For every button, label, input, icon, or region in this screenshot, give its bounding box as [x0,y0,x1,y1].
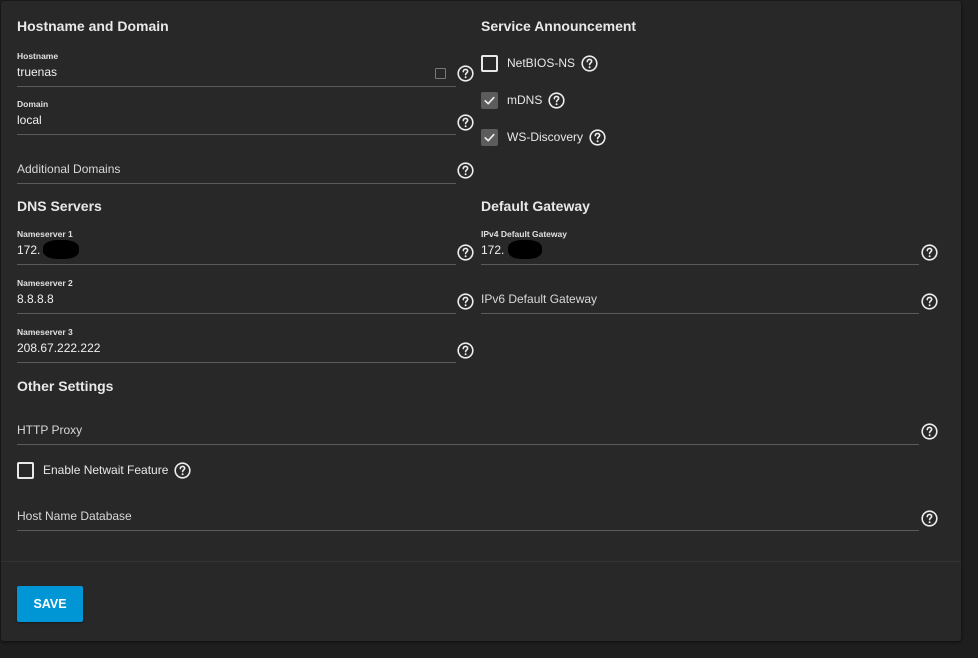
section-title-service-announcement: Service Announcement [481,18,637,34]
additional-domains-underline [17,183,456,184]
domain-field[interactable]: Domain local [17,99,456,135]
host-name-database-help-icon[interactable] [921,510,938,527]
section-title-default-gateway: Default Gateway [481,198,590,214]
ipv6-gateway-field[interactable]: IPv6 Default Gateway [481,278,919,314]
nameserver1-help-icon[interactable] [457,244,474,261]
domain-value: local [17,113,42,127]
nameserver2-label: Nameserver 2 [17,278,73,288]
mdns-checkbox-row[interactable]: mDNS [481,91,565,109]
nameserver1-field[interactable]: Nameserver 1 172. 1 [17,229,456,265]
hostname-help-icon[interactable] [457,65,474,82]
ipv4-gateway-underline [481,264,919,265]
ipv4-gateway-help-icon[interactable] [921,244,938,261]
section-title-other-settings: Other Settings [17,378,114,394]
additional-domains-field[interactable]: Additional Domains [17,148,456,184]
host-name-database-field[interactable]: Host Name Database [17,495,919,531]
host-name-database-underline [17,530,919,531]
netwait-help-icon[interactable] [174,462,191,479]
section-title-hostname-domain: Hostname and Domain [17,18,169,34]
netwait-checkbox-row[interactable]: Enable Netwait Feature [17,461,191,479]
section-title-dns-servers: DNS Servers [17,198,102,214]
mdns-checkbox[interactable] [481,91,498,109]
netwait-label: Enable Netwait Feature [43,463,169,477]
host-name-database-placeholder: Host Name Database [17,509,132,523]
actions-divider [1,561,961,562]
hostname-underline [17,86,456,87]
netbios-checkbox-row[interactable]: NetBIOS-NS [481,54,598,72]
hostname-field[interactable]: Hostname truenas [17,51,456,87]
netbios-label: NetBIOS-NS [507,56,576,70]
ipv4-gateway-field[interactable]: IPv4 Default Gateway 172. 1 [481,229,919,265]
nameserver3-underline [17,362,456,363]
ws-discovery-help-icon[interactable] [589,129,606,146]
netbios-checkbox[interactable] [481,54,498,72]
http-proxy-help-icon[interactable] [921,423,938,440]
nameserver2-value: 8.8.8.8 [17,292,54,306]
nameserver3-field[interactable]: Nameserver 3 208.67.222.222 [17,327,456,363]
domain-help-icon[interactable] [457,114,474,131]
nameserver3-label: Nameserver 3 [17,327,73,337]
network-settings-card: Hostname and Domain Hostname truenas Dom… [1,1,961,641]
nameserver3-help-icon[interactable] [457,342,474,359]
ws-discovery-checkbox-row[interactable]: WS-Discovery [481,128,606,146]
redaction-mark [43,240,79,259]
additional-domains-placeholder: Additional Domains [17,162,121,176]
domain-underline [17,134,456,135]
additional-domains-help-icon[interactable] [457,162,474,179]
check-icon [483,94,496,107]
ipv6-gateway-underline [481,313,919,314]
ipv4-gateway-label: IPv4 Default Gateway [481,229,567,239]
mdns-help-icon[interactable] [548,92,565,109]
nameserver1-label: Nameserver 1 [17,229,73,239]
ws-discovery-label: WS-Discovery [507,130,584,144]
save-button[interactable]: SAVE [17,586,83,622]
netwait-checkbox[interactable] [17,461,34,479]
check-icon [483,131,496,144]
keyboard-icon[interactable] [435,68,446,79]
nameserver2-underline [17,313,456,314]
http-proxy-underline [17,444,919,445]
ipv6-gateway-placeholder: IPv6 Default Gateway [481,292,598,306]
nameserver1-underline [17,264,456,265]
nameserver2-field[interactable]: Nameserver 2 8.8.8.8 [17,278,456,314]
mdns-label: mDNS [507,93,543,107]
http-proxy-placeholder: HTTP Proxy [17,423,83,437]
ws-discovery-checkbox[interactable] [481,128,498,146]
hostname-label: Hostname [17,51,59,61]
nameserver2-help-icon[interactable] [457,293,474,310]
domain-label: Domain [17,99,49,109]
redaction-mark [508,240,542,259]
ipv6-gateway-help-icon[interactable] [921,293,938,310]
nameserver3-value: 208.67.222.222 [17,341,101,355]
netbios-help-icon[interactable] [581,55,598,72]
hostname-value: truenas [17,65,58,79]
http-proxy-field[interactable]: HTTP Proxy [17,409,919,445]
